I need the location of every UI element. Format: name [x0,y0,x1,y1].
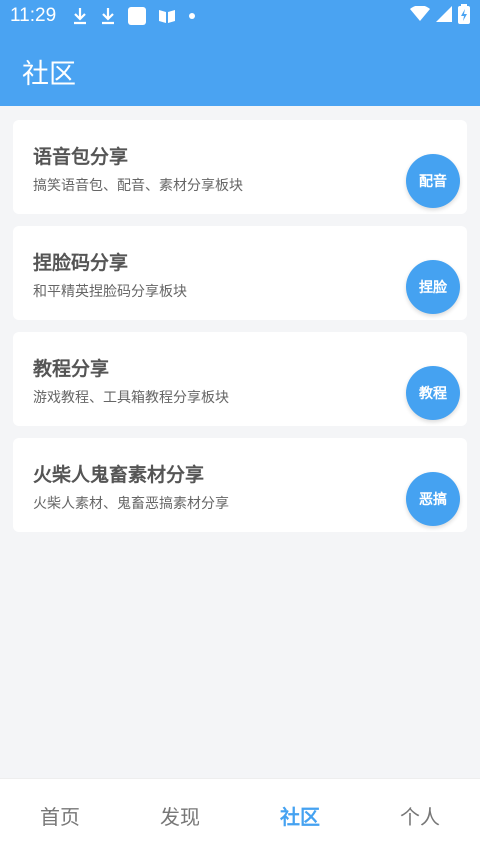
tab-discover[interactable]: 发现 [120,779,240,852]
wifi-icon [410,5,430,26]
bottom-tab-bar: 首页 发现 社区 个人 [0,778,480,852]
card-action-button[interactable]: 捏脸 [406,260,460,314]
download-icon [72,7,88,25]
status-time: 11:29 [10,5,57,26]
card-description: 搞笑语音包、配音、素材分享板块 [33,178,243,194]
card-action-button[interactable]: 配音 [406,154,460,208]
signal-icon [436,6,452,26]
community-card[interactable]: 捏脸码分享 和平精英捏脸码分享板块 捏脸 [13,226,467,320]
square-app-icon [128,7,147,25]
card-description: 游戏教程、工具箱教程分享板块 [33,390,229,406]
card-title: 捏脸码分享 [33,252,129,274]
status-bar: 11:29 [0,0,480,32]
card-description: 和平精英捏脸码分享板块 [33,284,187,300]
card-title: 语音包分享 [33,146,129,168]
community-card[interactable]: 火柴人鬼畜素材分享 火柴人素材、鬼畜恶搞素材分享 恶搞 [13,438,467,532]
book-icon [158,8,176,24]
card-description: 火柴人素材、鬼畜恶搞素材分享 [33,496,229,512]
download-icon [100,7,116,25]
battery-icon [458,4,470,28]
tab-community[interactable]: 社区 [240,779,360,852]
community-list: 语音包分享 搞笑语音包、配音、素材分享板块 配音 捏脸码分享 和平精英捏脸码分享… [13,120,467,544]
community-card[interactable]: 语音包分享 搞笑语音包、配音、素材分享板块 配音 [13,120,467,214]
card-title: 火柴人鬼畜素材分享 [33,464,205,486]
card-title: 教程分享 [33,358,110,380]
card-action-button[interactable]: 教程 [406,366,460,420]
community-card[interactable]: 教程分享 游戏教程、工具箱教程分享板块 教程 [13,332,467,426]
tab-profile[interactable]: 个人 [360,779,480,852]
page-title: 社区 [22,59,76,90]
top-bar: 11:29 社区 [0,0,480,106]
dot-icon [188,12,196,20]
tab-home[interactable]: 首页 [0,779,120,852]
card-action-button[interactable]: 恶搞 [406,472,460,526]
